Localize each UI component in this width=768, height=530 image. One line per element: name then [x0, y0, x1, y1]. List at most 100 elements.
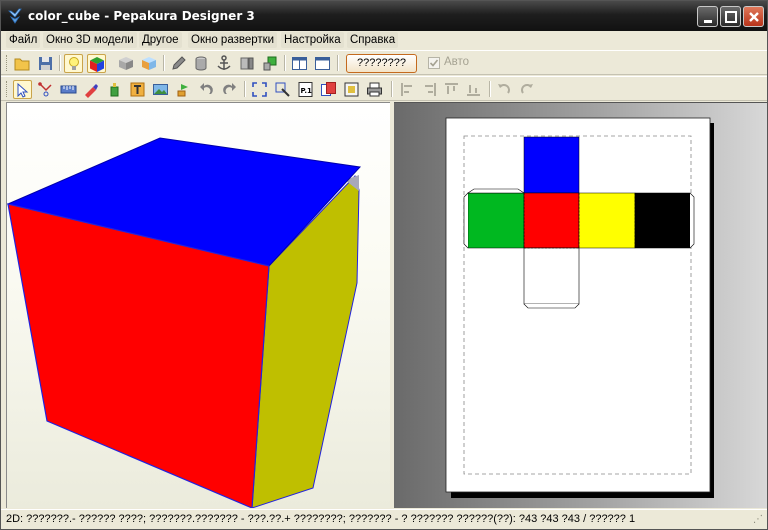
toolbar-grip[interactable] [6, 81, 9, 97]
page-setup-button[interactable] [342, 80, 361, 99]
toolbar-separator [489, 81, 490, 97]
resize-grip-icon[interactable]: ⋰ [753, 514, 763, 525]
unfold-2d-view[interactable] [394, 103, 767, 508]
pepakura-logo-icon [8, 8, 22, 24]
text-t-icon [130, 82, 145, 97]
single-view-button[interactable] [313, 54, 332, 73]
save-button[interactable] [36, 54, 55, 73]
toolbar-grip[interactable] [6, 55, 9, 71]
rotate-piece-button[interactable] [174, 80, 193, 99]
ruler-button[interactable] [59, 80, 78, 99]
frame-corners-icon [252, 82, 267, 97]
print-save-button[interactable] [319, 80, 338, 99]
floppy-disk-icon [39, 57, 52, 70]
title-bar[interactable]: color_cube - Pepakura Designer 3 [1, 1, 767, 31]
unfold-face-back[interactable] [634, 192, 691, 249]
piece-icon [240, 57, 254, 70]
menu-other[interactable]: Другое [139, 32, 182, 48]
image-icon [153, 84, 168, 95]
align-top-button [442, 80, 461, 99]
page-p1-icon: P.1 [298, 82, 313, 97]
arrow-cursor-icon [17, 82, 29, 98]
redo-button[interactable] [220, 80, 239, 99]
piece-button[interactable] [238, 54, 257, 73]
menu-settings[interactable]: Настройка [281, 32, 344, 48]
rotate-ccw-90-button [495, 80, 514, 99]
menu-help[interactable]: Справка [347, 32, 399, 48]
anchor-button[interactable] [215, 54, 234, 73]
rotate-cube-icon [177, 84, 188, 97]
view-3d-pane[interactable] [6, 102, 390, 508]
menu-3d-window[interactable]: Окно 3D модели [43, 32, 137, 48]
pencil-icon [172, 56, 186, 70]
align-left-icon [401, 83, 412, 96]
toolbar-separator [163, 55, 164, 71]
printer-icon [367, 82, 382, 97]
auto-label: Авто [444, 56, 470, 68]
glue-tab[interactable] [463, 192, 469, 249]
gray-cube-icon [119, 57, 133, 70]
cylinder-button[interactable] [192, 54, 211, 73]
glue-bottle-icon [110, 83, 119, 97]
align-left-button [398, 80, 417, 99]
open-button[interactable] [13, 54, 32, 73]
paint-button[interactable] [82, 80, 101, 99]
close-icon [749, 12, 759, 22]
toolbar-tools: P.1 [1, 76, 767, 101]
rotate-ccw-icon [498, 84, 510, 94]
toolbar-separator [284, 55, 285, 71]
green-box-icon [263, 56, 277, 71]
glue-button[interactable] [105, 80, 124, 99]
cube-3d-model[interactable] [7, 103, 390, 508]
edge-tool-button[interactable] [36, 80, 55, 99]
glue-tab[interactable] [467, 188, 525, 194]
unfold-face-right[interactable] [578, 192, 636, 249]
unfold-text-button[interactable]: ???????? [346, 54, 417, 73]
minimize-button[interactable] [697, 6, 718, 27]
unfold-face-left[interactable] [467, 192, 525, 249]
texture-button[interactable] [87, 54, 106, 73]
redo-arrow-icon [223, 83, 236, 94]
zoom-frame-icon [275, 82, 290, 97]
glue-tab[interactable] [689, 192, 695, 249]
undo-button[interactable] [197, 80, 216, 99]
glue-tab[interactable] [523, 303, 580, 309]
ruler-icon [60, 85, 77, 94]
unfold-button[interactable] [261, 54, 280, 73]
edge-edit-button[interactable] [169, 54, 188, 73]
zoom-area-button[interactable] [273, 80, 292, 99]
split-view-button[interactable] [290, 54, 309, 73]
view-2d-pane[interactable] [394, 102, 767, 508]
menu-file[interactable]: Файл [6, 32, 41, 48]
wireframe-cube-button[interactable] [117, 54, 136, 73]
unfold-face-bottom[interactable] [523, 247, 580, 305]
print-button[interactable] [365, 80, 384, 99]
toolbar-separator [337, 55, 338, 71]
folder-open-icon [14, 58, 30, 71]
auto-checkbox[interactable] [428, 57, 440, 69]
align-bottom-button [464, 80, 483, 99]
select-tool-button[interactable] [13, 80, 32, 99]
maximize-button[interactable] [720, 6, 741, 27]
box-icon [142, 57, 156, 70]
undo-arrow-icon [200, 83, 213, 94]
fit-button[interactable] [250, 80, 269, 99]
box-button[interactable] [140, 54, 159, 73]
page-number-button[interactable]: P.1 [296, 80, 315, 99]
image-button[interactable] [151, 80, 170, 99]
menu-unfold-window[interactable]: Окно развертки [188, 32, 278, 48]
unfold-face-front[interactable] [523, 192, 580, 249]
cylinder-icon [195, 56, 207, 71]
anchor-icon [217, 55, 231, 70]
light-button[interactable] [64, 54, 83, 73]
light-bulb-icon [69, 57, 79, 70]
window-title: color_cube - Pepakura Designer 3 [28, 9, 255, 23]
toolbar-separator [59, 55, 60, 71]
text-tool-button[interactable] [128, 80, 147, 99]
align-right-button [420, 80, 439, 99]
pages-icon [321, 82, 336, 96]
close-button[interactable] [743, 6, 764, 27]
menu-bar: Файл Окно 3D модели Другое Окно развертк… [1, 31, 767, 49]
maximize-icon [725, 11, 737, 23]
unfold-face-top[interactable] [523, 136, 580, 194]
